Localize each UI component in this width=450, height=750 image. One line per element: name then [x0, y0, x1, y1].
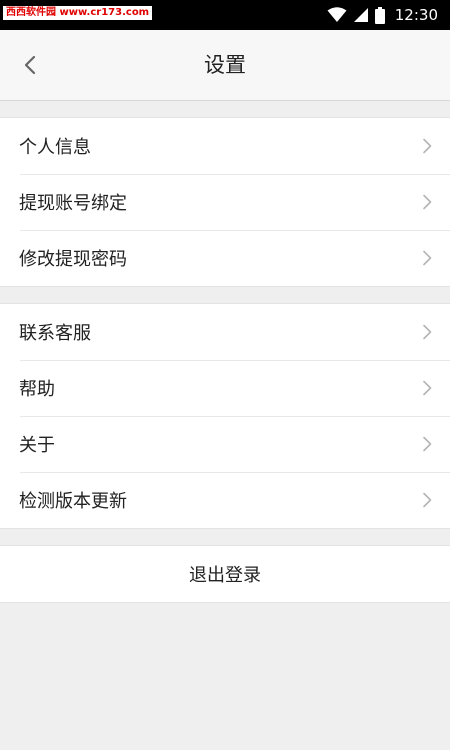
chevron-right-icon [423, 194, 432, 210]
chevron-right-icon [423, 436, 432, 452]
signal-icon [353, 8, 368, 22]
status-time: 12:30 [394, 6, 438, 24]
settings-item-personal-info[interactable]: 个人信息 [0, 118, 450, 174]
settings-item-label: 提现账号绑定 [19, 193, 127, 214]
watermark: 西西软件园 www.cr173.com [3, 6, 153, 20]
logout-label: 退出登录 [189, 565, 261, 586]
status-icons: 12:30 [327, 0, 438, 30]
settings-group-account: 个人信息 提现账号绑定 修改提现密码 [0, 117, 450, 287]
battery-icon [374, 6, 385, 24]
settings-item-withdraw-account[interactable]: 提现账号绑定 [0, 174, 450, 230]
status-bar: 西西软件园 www.cr173.com 12:30 [0, 0, 450, 30]
wifi-icon [327, 7, 347, 22]
settings-item-withdraw-password[interactable]: 修改提现密码 [0, 230, 450, 286]
settings-item-label: 修改提现密码 [19, 249, 127, 270]
chevron-right-icon [423, 380, 432, 396]
chevron-right-icon [423, 324, 432, 340]
settings-item-label: 关于 [19, 435, 55, 456]
chevron-right-icon [423, 250, 432, 266]
settings-item-label: 个人信息 [19, 137, 91, 158]
settings-item-help[interactable]: 帮助 [0, 360, 450, 416]
settings-item-check-update[interactable]: 检测版本更新 [0, 472, 450, 528]
settings-item-about[interactable]: 关于 [0, 416, 450, 472]
nav-bar: 设置 [0, 30, 450, 101]
settings-item-label: 检测版本更新 [19, 491, 127, 512]
settings-item-label: 联系客服 [19, 323, 91, 344]
settings-item-customer-service[interactable]: 联系客服 [0, 304, 450, 360]
chevron-right-icon [423, 492, 432, 508]
settings-item-label: 帮助 [19, 379, 55, 400]
chevron-right-icon [423, 138, 432, 154]
settings-group-support: 联系客服 帮助 关于 检测版本更新 [0, 303, 450, 529]
page-title: 设置 [204, 53, 246, 77]
logout-button[interactable]: 退出登录 [0, 545, 450, 603]
